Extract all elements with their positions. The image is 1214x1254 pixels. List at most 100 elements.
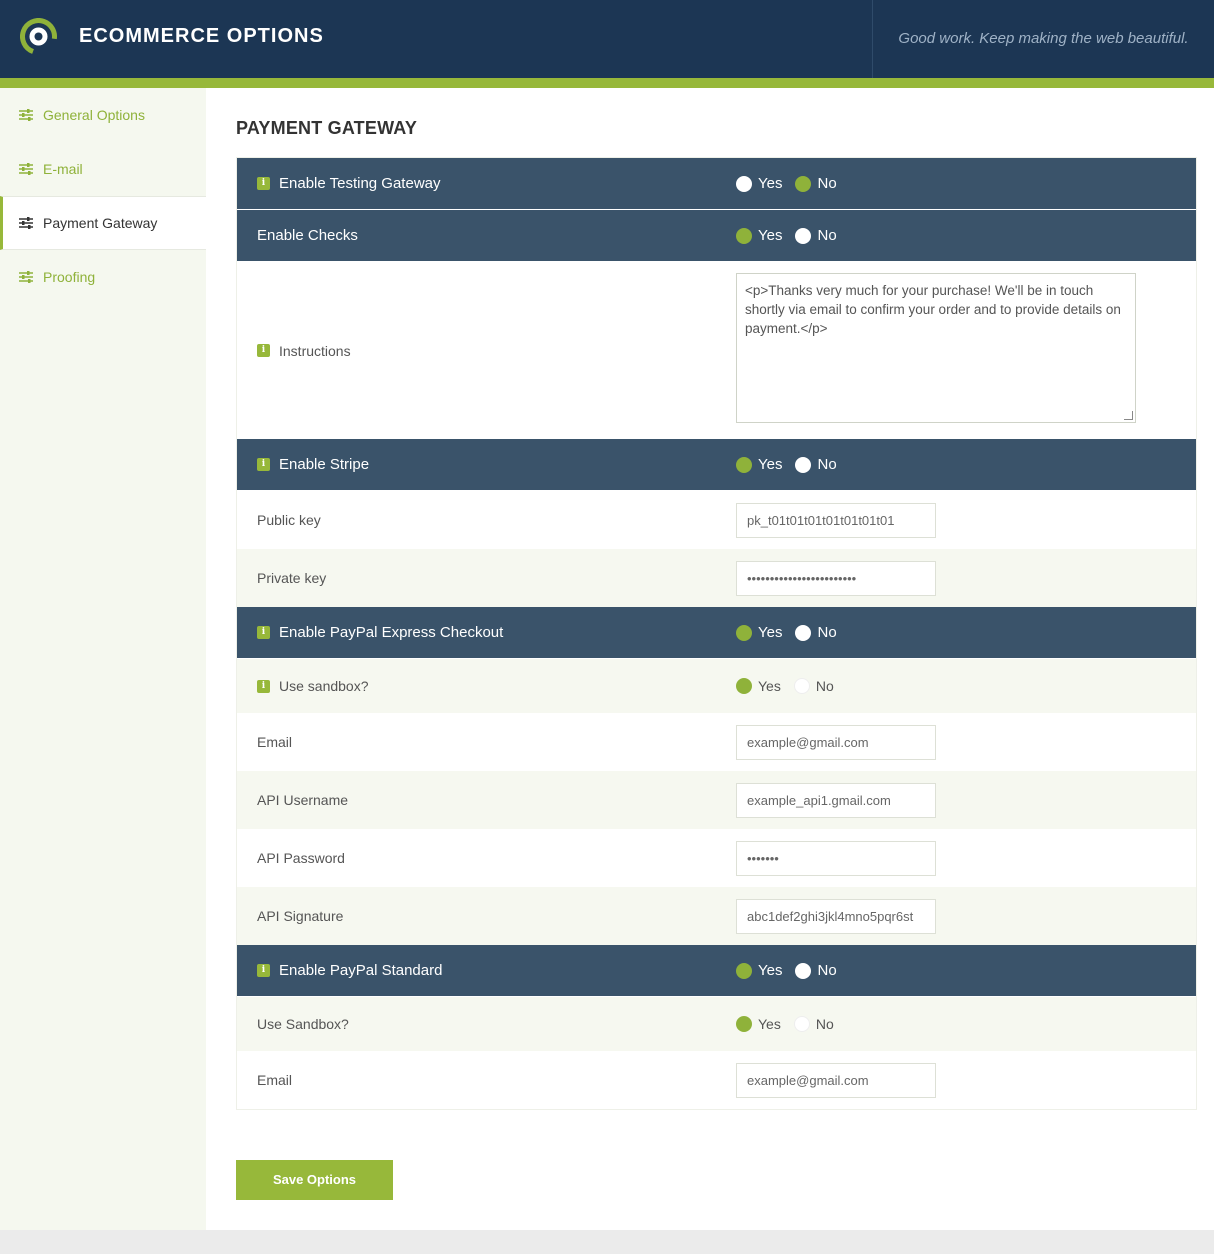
private-key-input[interactable]: •••••••••••••••••••••••• bbox=[736, 560, 936, 596]
app-title: ECOMMERCE OPTIONS bbox=[79, 25, 324, 47]
radio-no[interactable]: No bbox=[793, 678, 834, 694]
radio-no[interactable]: No bbox=[793, 1016, 834, 1032]
sidebar-item-label: Proofing bbox=[43, 269, 96, 285]
setting-label: Public key bbox=[257, 512, 321, 528]
sidebar-item-label: E-mail bbox=[43, 161, 83, 177]
radio-group-standard-sandbox: Yes No bbox=[736, 1016, 847, 1032]
radio-dot[interactable] bbox=[795, 962, 812, 979]
public-key-input[interactable]: pk_t01t01t01t01t01t01t01 bbox=[736, 502, 936, 538]
sidebar-item-general-options[interactable]: General Options bbox=[0, 88, 206, 142]
radio-dot[interactable] bbox=[795, 624, 812, 641]
setting-label: Use Sandbox? bbox=[257, 1016, 349, 1032]
setting-row-paypal-express: i Enable PayPal Express Checkout Yes No bbox=[237, 607, 1196, 659]
radio-no[interactable]: No bbox=[795, 624, 837, 641]
sidebar-item-payment-gateway[interactable]: Payment Gateway bbox=[0, 196, 206, 250]
payment-form: i Enable Testing Gateway Yes No Enable C… bbox=[236, 157, 1197, 1110]
radio-yes[interactable]: Yes bbox=[736, 456, 782, 473]
radio-group-paypal-standard: Yes No bbox=[736, 962, 850, 979]
setting-row-standard-email: Email example@gmail.com bbox=[237, 1051, 1196, 1109]
sidebar-item-email[interactable]: E-mail bbox=[0, 142, 206, 196]
sidebar-item-proofing[interactable]: Proofing bbox=[0, 250, 206, 304]
resize-handle[interactable] bbox=[1124, 411, 1133, 420]
setting-row-express-sandbox: i Use sandbox? Yes No bbox=[237, 659, 1196, 713]
info-icon[interactable]: i bbox=[257, 344, 270, 357]
setting-label: Email bbox=[257, 734, 293, 750]
radio-no[interactable]: No bbox=[795, 175, 837, 192]
setting-label: Email bbox=[257, 1072, 293, 1088]
api-username-input[interactable]: example_api1.gmail.com bbox=[736, 782, 936, 818]
setting-row-express-email: Email example@gmail.com bbox=[237, 713, 1196, 771]
radio-dot[interactable] bbox=[793, 1016, 810, 1032]
radio-dot[interactable] bbox=[793, 678, 810, 694]
sliders-icon bbox=[19, 217, 33, 229]
info-icon[interactable]: i bbox=[257, 177, 270, 190]
setting-row-testing-gateway: i Enable Testing Gateway Yes No bbox=[237, 158, 1196, 210]
radio-group-testing-gateway: Yes No bbox=[736, 175, 850, 192]
setting-label: Enable PayPal Standard bbox=[279, 962, 443, 979]
tagline: Good work. Keep making the web beautiful… bbox=[898, 30, 1189, 47]
sidebar: General Options E-mail Payment Gateway P… bbox=[0, 88, 206, 1230]
radio-dot[interactable] bbox=[795, 175, 812, 192]
radio-yes[interactable]: Yes bbox=[736, 624, 782, 641]
accent-bar bbox=[0, 78, 1214, 88]
setting-label: Enable PayPal Express Checkout bbox=[279, 624, 504, 641]
save-options-button[interactable]: Save Options bbox=[236, 1160, 393, 1200]
setting-row-standard-sandbox: Use Sandbox? Yes No bbox=[237, 997, 1196, 1051]
radio-dot[interactable] bbox=[736, 624, 752, 641]
radio-dot[interactable] bbox=[736, 175, 752, 192]
radio-yes[interactable]: Yes bbox=[736, 227, 782, 244]
sidebar-item-label: Payment Gateway bbox=[43, 215, 158, 231]
setting-row-stripe: i Enable Stripe Yes No bbox=[237, 439, 1196, 491]
radio-dot[interactable] bbox=[736, 456, 752, 473]
radio-no[interactable]: No bbox=[795, 962, 837, 979]
radio-dot[interactable] bbox=[736, 1016, 752, 1032]
main-content: PAYMENT GATEWAY i Enable Testing Gateway… bbox=[206, 88, 1214, 1230]
radio-yes[interactable]: Yes bbox=[736, 1016, 781, 1032]
setting-label: Use sandbox? bbox=[279, 678, 369, 694]
page-title: PAYMENT GATEWAY bbox=[236, 118, 418, 138]
setting-row-checks: Enable Checks Yes No bbox=[237, 210, 1196, 262]
setting-label: Enable Checks bbox=[257, 227, 358, 244]
radio-no[interactable]: No bbox=[795, 227, 837, 244]
radio-group-checks: Yes No bbox=[736, 227, 850, 244]
setting-row-paypal-standard: i Enable PayPal Standard Yes No bbox=[237, 945, 1196, 997]
standard-email-input[interactable]: example@gmail.com bbox=[736, 1062, 936, 1098]
radio-dot[interactable] bbox=[736, 227, 752, 244]
setting-row-public-key: Public key pk_t01t01t01t01t01t01t01 bbox=[237, 491, 1196, 549]
logo-icon bbox=[20, 18, 57, 55]
setting-row-api-signature: API Signature abc1def2ghi3jkl4mno5pqr6st bbox=[237, 887, 1196, 945]
setting-label: Instructions bbox=[279, 342, 351, 359]
api-signature-input[interactable]: abc1def2ghi3jkl4mno5pqr6st bbox=[736, 898, 936, 934]
radio-dot[interactable] bbox=[795, 456, 812, 473]
radio-dot[interactable] bbox=[736, 678, 752, 694]
radio-group-paypal-express: Yes No bbox=[736, 624, 850, 641]
instructions-textarea[interactable]: <p>Thanks very much for your purchase! W… bbox=[736, 273, 1136, 423]
radio-yes[interactable]: Yes bbox=[736, 962, 782, 979]
radio-no[interactable]: No bbox=[795, 456, 837, 473]
sliders-icon bbox=[19, 163, 33, 175]
sidebar-item-label: General Options bbox=[43, 107, 145, 123]
setting-label: Enable Stripe bbox=[279, 456, 370, 473]
setting-row-api-username: API Username example_api1.gmail.com bbox=[237, 771, 1196, 829]
radio-dot[interactable] bbox=[795, 227, 812, 244]
sliders-icon bbox=[19, 109, 33, 121]
api-password-input[interactable]: ••••••• bbox=[736, 840, 936, 876]
info-icon[interactable]: i bbox=[257, 626, 270, 639]
info-icon[interactable]: i bbox=[257, 458, 270, 471]
radio-group-stripe: Yes No bbox=[736, 456, 850, 473]
radio-yes[interactable]: Yes bbox=[736, 678, 781, 694]
setting-label: Enable Testing Gateway bbox=[279, 175, 441, 192]
express-email-input[interactable]: example@gmail.com bbox=[736, 724, 936, 760]
setting-label: API Username bbox=[257, 792, 349, 808]
radio-yes[interactable]: Yes bbox=[736, 175, 782, 192]
setting-label: API Password bbox=[257, 850, 345, 866]
setting-label: Private key bbox=[257, 570, 327, 586]
setting-label: API Signature bbox=[257, 908, 344, 924]
setting-row-api-password: API Password ••••••• bbox=[237, 829, 1196, 887]
radio-dot[interactable] bbox=[736, 962, 752, 979]
radio-group-express-sandbox: Yes No bbox=[736, 678, 847, 694]
top-bar: ECOMMERCE OPTIONS Good work. Keep making… bbox=[0, 0, 1214, 78]
setting-row-instructions: i Instructions <p>Thanks very much for y… bbox=[237, 262, 1196, 439]
info-icon[interactable]: i bbox=[257, 679, 270, 693]
info-icon[interactable]: i bbox=[257, 964, 270, 977]
